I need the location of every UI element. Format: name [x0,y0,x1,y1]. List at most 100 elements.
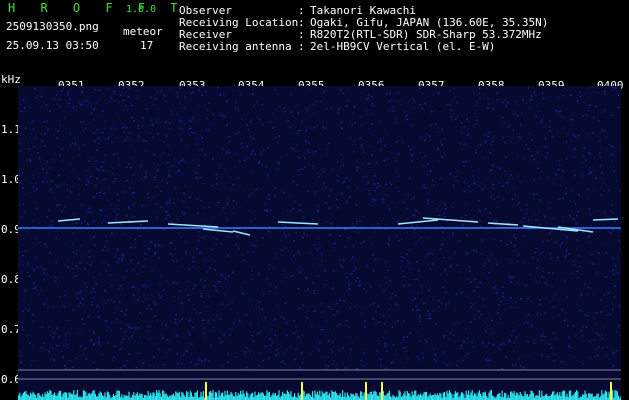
noise-speck [124,126,126,128]
noise-speck [494,135,497,138]
noise-speck [97,304,99,306]
noise-speck [510,241,512,244]
noise-speck [548,201,550,204]
noise-speck [263,203,266,205]
noise-speck [220,341,223,343]
noise-speck [176,334,178,336]
noise-speck [364,326,367,329]
noise-speck [172,165,174,167]
noise-speck [350,282,353,284]
noise-speck [602,327,605,329]
noise-speck [308,152,310,154]
noise-speck [541,119,543,121]
noise-speck [369,286,372,289]
noise-speck [278,135,280,137]
noise-speck [446,364,449,366]
noise-speck [295,347,297,350]
level-bar [344,392,346,400]
noise-speck [207,319,210,322]
noise-speck [521,220,523,223]
noise-speck [390,362,393,364]
noise-speck [473,93,475,95]
noise-speck [41,91,44,94]
noise-speck [478,199,480,202]
noise-speck [56,187,59,189]
noise-speck [178,120,181,122]
noise-speck [350,348,352,351]
noise-speck [35,188,38,191]
level-bar [22,392,24,400]
noise-speck [186,206,188,209]
noise-speck [543,282,545,284]
level-bar [127,396,129,400]
level-bar [103,396,105,400]
level-bar [271,395,273,400]
noise-speck [591,261,593,264]
noise-speck [439,248,442,250]
noise-speck [188,128,191,130]
noise-speck [200,135,202,137]
noise-speck [22,329,25,331]
noise-speck [160,206,163,208]
noise-speck [578,194,580,196]
noise-speck [360,124,363,126]
noise-speck [29,137,31,139]
noise-speck [378,225,381,227]
noise-speck [608,143,610,146]
noise-speck [234,356,237,358]
noise-speck [422,357,424,359]
noise-speck [149,187,151,189]
noise-speck [274,334,277,336]
noise-speck [429,285,431,287]
level-bar [285,394,287,400]
noise-speck [75,275,78,277]
noise-speck [291,115,294,117]
level-bar [231,393,233,400]
noise-speck [611,114,613,117]
noise-speck [362,216,365,218]
noise-speck [564,234,566,237]
noise-speck [313,292,316,295]
noise-speck [364,109,367,111]
noise-speck [536,267,539,269]
noise-speck [226,218,228,221]
noise-speck [22,99,25,101]
noise-speck [100,114,103,117]
noise-speck [325,364,327,366]
level-bar [472,395,474,400]
level-bar [568,390,570,400]
noise-speck [227,136,230,138]
level-bar [24,391,26,400]
noise-speck [414,100,416,103]
level-bar [68,392,70,400]
noise-speck [110,299,112,301]
noise-speck [139,336,142,338]
noise-speck [173,280,176,283]
info-sep-antenna: : [298,40,305,53]
noise-speck [514,301,517,304]
noise-speck [538,110,540,113]
level-bar [298,395,300,400]
noise-speck [120,310,123,312]
noise-speck [231,212,233,214]
noise-speck [345,272,347,275]
level-bar [50,390,52,400]
level-bar [163,391,165,400]
noise-speck [252,244,254,246]
noise-speck [204,154,206,156]
noise-speck [106,249,109,252]
noise-speck [63,264,66,266]
level-bar [214,392,216,400]
noise-speck [485,359,487,361]
level-bar [182,392,184,400]
noise-speck [271,328,273,330]
noise-speck [147,197,150,199]
noise-speck [472,303,474,305]
noise-speck [365,175,368,177]
noise-speck [302,237,304,239]
noise-speck [204,259,207,261]
noise-speck [196,177,198,180]
noise-speck [531,96,533,98]
noise-speck [154,253,156,256]
noise-speck [83,100,86,103]
